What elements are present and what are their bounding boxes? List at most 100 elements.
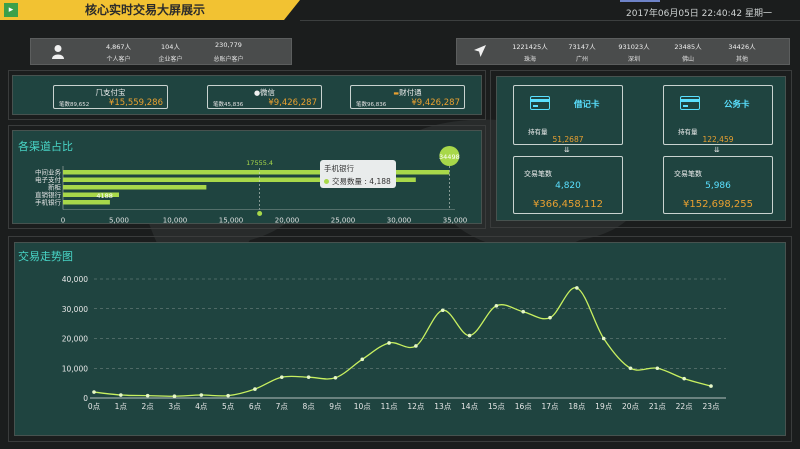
txn-count: 4,820: [555, 181, 581, 191]
x-tick-label: 25,000: [331, 217, 356, 225]
card-hold-value: 122,459: [702, 135, 734, 144]
data-point-16: [521, 309, 526, 314]
avg-label: 17555.4: [246, 159, 273, 167]
credit-card-icon: [530, 96, 550, 110]
payment-amount: ¥9,426,287: [268, 98, 317, 108]
x-tick-label: 20,000: [275, 217, 300, 225]
x-tick-label: 4点: [195, 402, 208, 411]
x-tick-label: 16点: [515, 402, 533, 411]
region-stats-bar: 1221425人 珠海 73147人 广州 931023人 深圳 23485人 …: [456, 38, 790, 65]
x-tick-label: 5,000: [109, 217, 129, 225]
data-point-3: [172, 394, 177, 399]
x-tick-label: 9点: [329, 402, 342, 411]
data-point-2: [145, 393, 150, 398]
tooltip-series-dot: [324, 179, 329, 184]
x-tick-label: 20点: [622, 402, 640, 411]
data-point-22: [682, 376, 686, 381]
trend-line-chart: 010,00020,00030,00040,0000点 1点 2点 3点 4点 5点 6点 7…: [62, 275, 726, 411]
data-point-18: [575, 286, 579, 290]
x-tick-label: 19点: [595, 402, 613, 411]
x-tick-label: 8点: [302, 402, 315, 411]
stat-enterprise-customers: 104人 企业客户: [158, 43, 183, 63]
txn-label: 交易笔数: [524, 170, 552, 178]
txn-official[interactable]: 交易笔数 5,986 ¥152,698,255: [663, 156, 773, 214]
payment-name: 微信: [260, 88, 276, 97]
arrow-down-icon: ⇊: [564, 146, 570, 154]
stat-total-accounts: 230,779 总账户客户: [213, 41, 244, 63]
card-debit[interactable]: 借记卡 持有量 51,2687: [513, 85, 623, 145]
chart-tooltip: 手机银行 交易数量 : 4,188: [320, 160, 396, 188]
data-point-5: [226, 393, 230, 398]
x-tick-label: 6点: [249, 402, 262, 411]
x-tick-label: 0: [61, 217, 65, 225]
data-point-9: [333, 375, 338, 380]
data-point-17: [548, 315, 552, 320]
x-tick-label: 14点: [461, 402, 479, 411]
data-point-12: [414, 344, 418, 348]
payment-count: 笔数96,836: [356, 102, 387, 108]
x-tick-label: 12点: [407, 402, 425, 411]
alipay-icon: ⺇: [95, 88, 104, 97]
payment-amount: ¥9,426,287: [411, 98, 460, 108]
max-label: 34498: [439, 153, 460, 161]
stat-region-guangzhou: 73147人 广州: [568, 43, 596, 63]
user-icon: [52, 45, 64, 59]
x-tick-label: 5点: [222, 402, 235, 411]
txn-amount: ¥366,458,112: [533, 199, 603, 210]
x-tick-label: 30,000: [387, 217, 412, 225]
x-tick-label: 7点: [276, 402, 289, 411]
stat-personal-customers: 4,867人 个人客户: [105, 43, 132, 63]
payment-wechat[interactable]: ●微信 笔数45,836 ¥9,426,287: [207, 85, 322, 109]
payment-amount: ¥15,559,286: [108, 98, 163, 108]
x-tick-label: 17点: [542, 402, 560, 411]
data-point-13: [440, 308, 445, 313]
data-point-23: [709, 384, 713, 388]
bar-value-label: 4188: [96, 192, 113, 200]
x-tick-label: 0点: [88, 402, 101, 411]
x-tick-label: 15,000: [219, 217, 244, 225]
y-tick-label: 40,000: [62, 275, 88, 284]
stat-region-shenzhen: 931023人 深圳: [618, 43, 650, 63]
x-tick-label: 13点: [434, 402, 452, 411]
data-point-7: [279, 375, 284, 379]
txn-debit[interactable]: 交易笔数 4,820 ¥366,458,112: [513, 156, 623, 214]
payment-tenpay[interactable]: ▬财付通 笔数96,836 ¥9,426,287: [350, 85, 465, 109]
x-tick-label: 18点: [568, 402, 586, 411]
credit-card-icon: [680, 96, 700, 110]
y-tick-label: 10,000: [62, 364, 88, 373]
data-point-20: [628, 366, 633, 371]
stat-region-zhuhai: 1221425人 珠海: [512, 43, 548, 63]
data-point-15: [494, 303, 499, 308]
payment-alipay[interactable]: ⺇支付宝 笔数89,652 ¥15,559,286: [53, 85, 168, 109]
card-official[interactable]: 公务卡 持有量 122,459: [663, 85, 773, 145]
data-point-0: [92, 390, 96, 394]
bar-2: [63, 185, 207, 190]
x-tick-label: 2点: [142, 402, 155, 411]
stat-region-other: 34426人 其他: [728, 43, 756, 63]
payment-name: 财付通: [399, 88, 422, 97]
x-tick-label: 21点: [649, 402, 667, 411]
data-point-10: [360, 357, 365, 362]
data-point-6: [253, 387, 257, 391]
customer-stats-bar: 4,867人 个人客户 104人 企业客户 230,779 总账户客户: [30, 38, 292, 65]
txn-amount: ¥152,698,255: [683, 199, 753, 210]
stat-region-foshan: 23485人 佛山: [674, 43, 702, 63]
x-tick-label: 10,000: [163, 217, 188, 225]
data-point-8: [306, 375, 311, 379]
data-point-21: [655, 366, 660, 371]
data-point-14: [467, 333, 472, 338]
data-point-1: [119, 393, 123, 397]
tooltip-text: 交易数量 : 4,188: [332, 177, 391, 186]
payment-count: 笔数45,836: [213, 102, 244, 108]
payment-count: 笔数89,652: [59, 102, 90, 108]
data-point-19: [601, 336, 606, 341]
x-tick-label: 1点: [115, 402, 128, 411]
x-tick-label: 22点: [676, 402, 694, 411]
avg-marker: [257, 211, 263, 216]
card-hold-value: 51,2687: [552, 135, 584, 144]
header-accent-line: [620, 0, 660, 2]
x-tick-label: 10点: [354, 402, 372, 411]
location-arrow-icon: [474, 45, 486, 57]
x-tick-label: 35,000: [443, 217, 468, 225]
header-banner: ▸ 核心实时交易大屏展示: [0, 0, 300, 20]
